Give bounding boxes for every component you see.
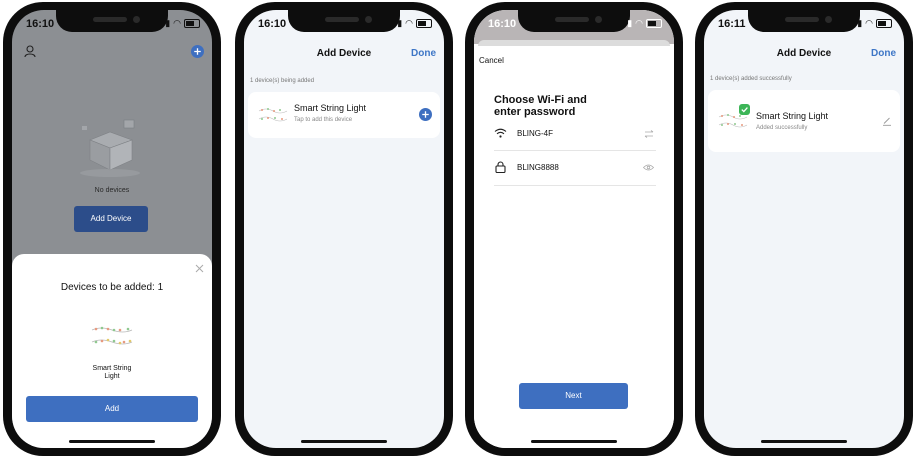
add-button[interactable]: Add [26,396,198,422]
wifi-icon [494,128,507,138]
divider [494,150,656,151]
section-label: 1 device(s) being added [250,78,315,84]
phone-4: 16:11 ▮ ◠ Add Device Done 1 device(s) add… [695,2,913,456]
screen-3: 16:10 ▮ ◠ Cancel Choose Wi-Fi and enter p… [474,10,674,448]
device-status: Added successfully [756,125,808,131]
next-button[interactable]: Next [519,383,628,409]
device-name: Smart String Light [756,111,829,121]
battery-icon [646,19,662,28]
bottom-sheet: Devices to be added: 1 Smart String Ligh… [12,254,212,448]
status-time: 16:10 [258,18,287,30]
add-device-button[interactable]: Add Device [74,206,148,232]
device-name: Smart String Light [294,103,367,113]
section-label: 1 device(s) added successfully [710,76,792,82]
empty-box-illustration [80,119,140,177]
screen-4: 16:11 ▮ ◠ Add Device Done 1 device(s) add… [704,10,904,448]
wifi-icon: ◠ [865,18,873,28]
home-indicator [531,440,617,443]
battery-icon [416,19,432,28]
divider [494,185,656,186]
battery-icon [876,19,892,28]
wifi-icon: ◠ [405,18,413,28]
home-indicator [761,440,847,443]
signal-icon: ▮ [397,18,403,28]
lock-icon [495,161,506,173]
add-device-plus-icon[interactable] [191,45,204,58]
status-time: 16:11 [718,18,746,30]
done-button[interactable]: Done [411,48,436,59]
status-icons: ▮ ◠ [857,18,892,29]
notch [56,10,168,32]
notch [748,10,860,32]
wifi-icon: ◠ [173,18,181,28]
edit-icon[interactable] [882,116,892,126]
home-indicator [301,440,387,443]
home-indicator [69,440,155,443]
switch-network-icon[interactable] [644,130,654,138]
sheet-title: Devices to be added: 1 [60,282,164,293]
device-card[interactable]: Smart String Light Tap to add this devic… [248,92,440,138]
wifi-name-field[interactable]: BLING-4F [517,129,553,138]
notch [288,10,400,32]
screen-2: 16:10 ▮ ◠ Add Device Done 1 device(s) bei… [244,10,444,448]
password-field[interactable]: BLING8888 [517,163,559,172]
sheet-device-name: Smart String Light [92,365,132,380]
phone-3: 16:10 ▮ ◠ Cancel Choose Wi-Fi and enter p… [465,2,683,456]
signal-icon: ▮ [165,18,171,28]
battery-icon [184,19,200,28]
string-light-icon [91,326,133,345]
empty-state-text: No devices [94,187,130,194]
device-card[interactable]: Smart String Light Added successfully [708,90,900,152]
profile-icon[interactable] [24,45,36,57]
wifi-heading: Choose Wi-Fi and enter password [494,94,587,118]
screen-1: 16:10 ▮ ◠ No devices Add Device Devices … [12,10,212,448]
device-hint: Tap to add this device [294,117,353,123]
success-check-icon [739,104,750,115]
status-time: 16:10 [488,18,517,30]
status-icons: ▮ ◠ [165,18,200,29]
eye-icon[interactable] [643,164,654,171]
status-icons: ▮ ◠ [627,18,662,29]
phone-2: 16:10 ▮ ◠ Add Device Done 1 device(s) bei… [235,2,453,456]
status-time: 16:10 [26,18,55,30]
signal-icon: ▮ [627,18,633,28]
cancel-button[interactable]: Cancel [479,56,504,65]
phone-1: 16:10 ▮ ◠ No devices Add Device Devices … [3,2,221,456]
modal-content: Cancel Choose Wi-Fi and enter password B… [474,46,674,448]
close-icon[interactable] [195,264,204,273]
string-light-icon [258,108,288,122]
status-icons: ▮ ◠ [397,18,432,29]
wifi-icon: ◠ [635,18,643,28]
add-circle-icon[interactable] [419,108,432,121]
notch [518,10,630,32]
signal-icon: ▮ [857,18,863,28]
done-button[interactable]: Done [871,48,896,59]
